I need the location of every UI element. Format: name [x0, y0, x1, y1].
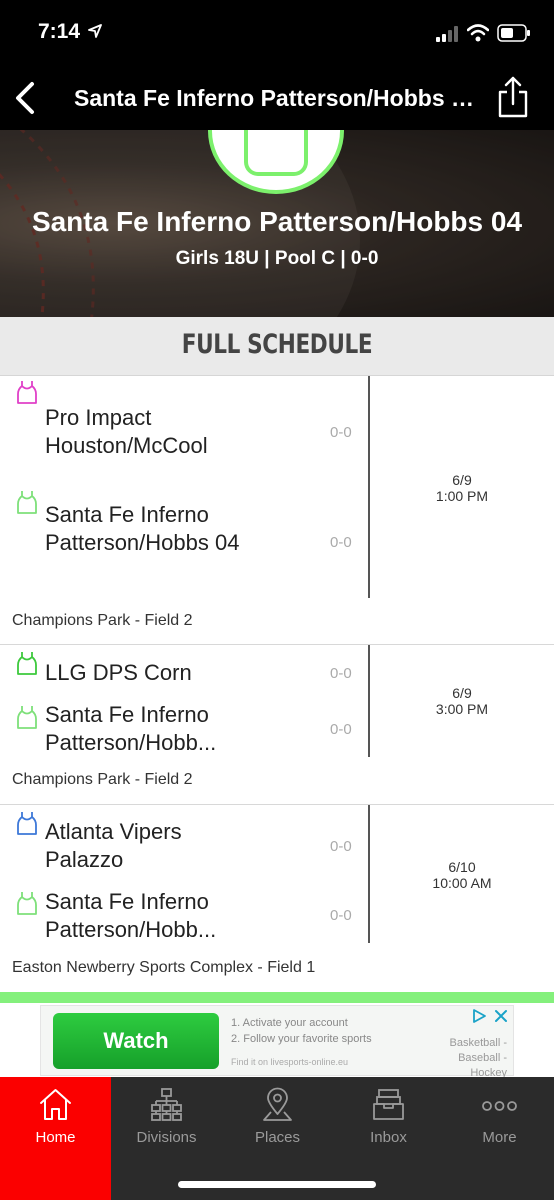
location-arrow-icon	[88, 24, 102, 38]
ad-watch-button[interactable]: Watch	[53, 1013, 219, 1069]
status-time: 7:14	[38, 20, 81, 43]
game-venue[interactable]: Easton Newberry Sports Complex - Field 1	[12, 959, 315, 977]
ad-text-line: Find it on livesports-online.eu	[231, 1057, 349, 1067]
tab-label: Inbox	[370, 1129, 407, 1146]
team-score: 0-0	[330, 665, 352, 682]
tab-more[interactable]: More	[444, 1077, 554, 1200]
team-name: LLG DPS Corn	[45, 660, 192, 685]
away-team: Santa Fe Inferno Patterson/Hobb... 0-0	[0, 887, 368, 947]
team-score: 0-0	[330, 907, 352, 924]
away-team: Santa Fe Inferno Patterson/Hobbs 04 0-0	[0, 486, 368, 598]
section-title: FULL SCHEDULE	[181, 329, 373, 360]
tab-label: More	[482, 1129, 517, 1146]
wifi-icon	[467, 24, 489, 42]
team-score: 0-0	[330, 534, 352, 551]
jersey-icon	[17, 706, 37, 729]
team-hero-banner: Santa Fe Inferno Patterson/Hobbs 04 Girl…	[0, 130, 554, 317]
share-icon[interactable]	[496, 76, 530, 118]
inbox-icon	[373, 1089, 404, 1120]
game-time: 10:00 AM	[432, 875, 492, 891]
ad-text-line: 2. Follow your favorite sports	[231, 1033, 372, 1045]
home-team: Pro Impact Houston/McCool 0-0	[0, 376, 368, 486]
map-pin-icon	[263, 1087, 292, 1121]
team-score: 0-0	[330, 424, 352, 441]
ad-text-line: 1. Activate your account	[231, 1017, 348, 1029]
game-card[interactable]: Pro Impact Houston/McCool 0-0 Santa Fe I…	[0, 376, 554, 645]
schedule-section-header: FULL SCHEDULE	[0, 317, 554, 376]
tab-label: Divisions	[136, 1129, 197, 1146]
game-date: 6/9	[452, 685, 472, 701]
more-dots-icon	[482, 1101, 517, 1111]
home-team: LLG DPS Corn 0-0	[0, 645, 368, 697]
game-time: 1:00 PM	[435, 488, 489, 504]
ad-choices-icon[interactable]	[471, 1008, 487, 1024]
home-indicator[interactable]	[178, 1181, 376, 1188]
tab-label: Home	[35, 1129, 76, 1146]
game-date: 6/9	[452, 472, 472, 488]
away-team: Santa Fe Inferno Patterson/Hobb... 0-0	[0, 701, 368, 761]
back-chevron-icon[interactable]	[10, 78, 40, 118]
tab-home[interactable]: Home	[0, 1077, 111, 1200]
accent-divider	[0, 992, 554, 1003]
ad-sports-text: Basketball - Baseball - Hockey	[449, 1037, 507, 1079]
team-division-info: Girls 18U | Pool C | 0-0	[175, 248, 379, 269]
game-time: 3:00 PM	[435, 701, 489, 717]
game-venue[interactable]: Champions Park - Field 2	[12, 771, 193, 789]
team-name: Santa Fe Inferno Patterson/Hobb...	[45, 889, 217, 942]
team-name: Santa Fe Inferno Patterson/Hobbs 04	[45, 502, 240, 555]
cellular-signal-icon	[436, 26, 458, 42]
home-icon	[40, 1089, 71, 1120]
jersey-icon	[17, 892, 37, 915]
team-score: 0-0	[330, 838, 352, 855]
jersey-icon	[17, 812, 37, 835]
tab-label: Places	[254, 1129, 301, 1146]
bracket-icon	[151, 1088, 182, 1121]
jersey-icon	[17, 491, 37, 514]
nav-title: Santa Fe Inferno Patterson/Hobbs 04	[74, 85, 474, 111]
status-bar: 7:14	[0, 0, 554, 66]
game-card[interactable]: LLG DPS Corn 0-0 Santa Fe Inferno Patter…	[0, 645, 554, 805]
game-venue[interactable]: Champions Park - Field 2	[12, 612, 193, 630]
jersey-icon	[17, 381, 37, 404]
game-card[interactable]: Atlanta Vipers Palazzo 0-0 Santa Fe Infe…	[0, 805, 554, 992]
navigation-bar: Santa Fe Inferno Patterson/Hobbs 04	[0, 66, 554, 130]
team-name: Atlanta Vipers Palazzo	[45, 819, 182, 872]
ad-close-icon[interactable]	[493, 1008, 509, 1024]
game-date: 6/10	[448, 859, 476, 875]
team-name-heading: Santa Fe Inferno Patterson/Hobbs 04	[31, 206, 523, 237]
jersey-icon	[17, 652, 37, 675]
team-score: 0-0	[330, 721, 352, 738]
jersey-logo-icon	[244, 130, 308, 176]
team-name: Santa Fe Inferno Patterson/Hobb...	[45, 702, 217, 755]
team-name: Pro Impact Houston/McCool	[45, 405, 208, 458]
battery-icon	[497, 24, 530, 42]
home-team: Atlanta Vipers Palazzo 0-0	[0, 805, 368, 883]
ad-banner[interactable]: Watch 1. Activate your account 2. Follow…	[40, 1005, 514, 1079]
